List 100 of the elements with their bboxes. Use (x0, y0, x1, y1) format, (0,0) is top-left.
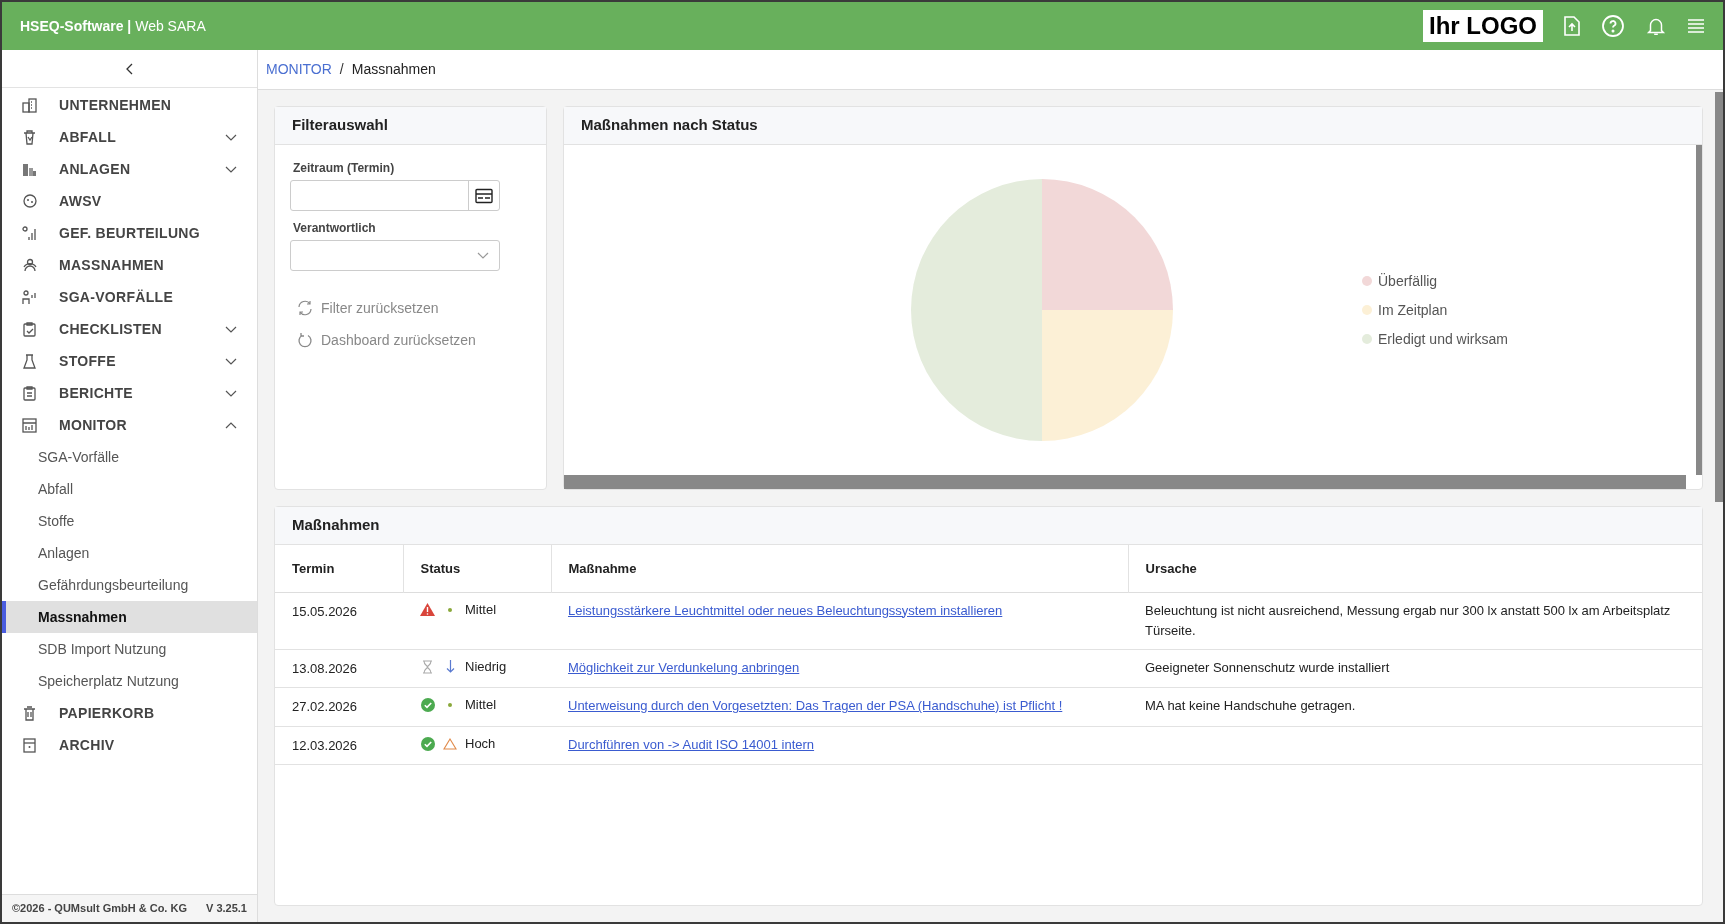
column-header: Status (403, 545, 551, 592)
collapse-chevron-icon[interactable] (124, 62, 135, 75)
horizontal-scrollbar[interactable] (564, 475, 1686, 489)
date-range-field[interactable] (290, 180, 500, 211)
submenu-item[interactable]: Speicherplatz Nutzung (2, 665, 257, 697)
column-header: Termin (275, 545, 403, 592)
logo: Ihr LOGO (1423, 10, 1543, 42)
bin-icon (21, 128, 38, 146)
table-cell: 15.05.2026 (275, 592, 403, 649)
legend-label[interactable]: Im Zeitplan (1378, 299, 1448, 321)
submenu-item[interactable]: Massnahmen (2, 601, 257, 633)
sidebar-item[interactable]: ANLAGEN (2, 153, 257, 185)
triangle-icon (443, 737, 457, 750)
menu-icon[interactable] (1687, 18, 1705, 34)
chevron-down-icon (225, 165, 237, 173)
calendar-icon[interactable] (475, 187, 493, 204)
priority-label: Mittel (465, 600, 497, 619)
breadcrumb-separator: / (339, 60, 344, 79)
sidebar-item[interactable]: MASSNAHMEN (2, 249, 257, 281)
table-cell: Beleuchtung ist nicht ausreichend, Messung ergab nur 300 lx anstatt 500 lx am Arbeitsplatz Türseite. (1145, 602, 1671, 638)
sidebar-item[interactable]: ABFALL (2, 121, 257, 153)
reset-button[interactable]: Dashboard zurücksetzen (297, 329, 524, 351)
reset-button[interactable]: Filter zurücksetzen (297, 297, 524, 319)
legend-label[interactable]: Erledigt und wirksam (1378, 328, 1508, 350)
breadcrumb-current: Massnahmen (351, 60, 436, 79)
clipboard-icon (21, 320, 38, 338)
monitor-icon (21, 416, 38, 434)
chevron-down-icon (477, 252, 489, 259)
column-header: Ursache (1128, 545, 1702, 592)
table-cell: 13.08.2026 (275, 649, 403, 688)
sidebar-item[interactable]: ARCHIV (2, 729, 257, 761)
pie-slice[interactable] (1042, 179, 1173, 310)
trash-icon (21, 704, 38, 722)
chevron-down-icon (225, 357, 237, 365)
priority-label: Niedrig (465, 657, 507, 676)
archive-icon (21, 736, 38, 754)
warning-icon (420, 603, 435, 616)
chevron-down-icon (225, 389, 237, 397)
product-name: Web SARA (135, 17, 206, 34)
chevron-up-icon (225, 421, 237, 429)
building-icon (21, 96, 38, 114)
flask-icon (21, 352, 38, 370)
copyright-text: ©2026 - QUMsult GmbH & Co. KG (12, 901, 187, 917)
dropdown-field[interactable] (290, 240, 500, 271)
submenu-item[interactable]: Stoffe (2, 505, 257, 537)
help-icon[interactable] (1601, 14, 1625, 38)
submenu-item[interactable]: SDB Import Nutzung (2, 633, 257, 665)
bars-icon (21, 224, 38, 242)
panel-title: Maßnahmen nach Status (581, 115, 758, 136)
arrow-down-icon (445, 660, 455, 673)
pie-slice[interactable] (911, 179, 1042, 441)
table-cell: Geeigneter Sonnenschutz wurde installiert (1145, 659, 1390, 675)
reload-icon (297, 332, 313, 348)
sidebar-item[interactable]: CHECKLISTEN (2, 313, 257, 345)
sidebar-item[interactable]: UNTERNEHMEN (2, 89, 257, 121)
submenu-item[interactable]: Gefährdungsbeurteilung (2, 569, 257, 601)
priority-label: Hoch (465, 734, 496, 753)
submenu-item[interactable]: Anlagen (2, 537, 257, 569)
people-icon (21, 256, 38, 274)
field-label: Verantwortlich (292, 220, 377, 237)
column-header: Maßnahme (551, 545, 1128, 592)
chevron-down-icon (225, 325, 237, 333)
dot-icon (448, 703, 452, 707)
file-upload-icon[interactable] (1563, 16, 1581, 36)
submenu-item[interactable]: Abfall (2, 473, 257, 505)
vertical-scrollbar[interactable] (1696, 145, 1702, 475)
person-icon (21, 288, 38, 306)
table-link[interactable]: Leistungsstärkere Leuchtmittel oder neues Beleuchtungssystem installieren (568, 602, 1003, 618)
dot-icon (448, 607, 452, 612)
table-link[interactable]: Unterweisung durch den Vorgesetzten: Das Tragen der PSA (Handschuhe) ist Pflicht ! (568, 698, 1063, 713)
sidebar-item[interactable]: STOFFE (2, 345, 257, 377)
sidebar-item[interactable]: BERICHTE (2, 377, 257, 409)
chevron-down-icon (225, 133, 237, 141)
table-cell: 12.03.2026 (275, 726, 403, 765)
table-link[interactable]: Durchführen von -> Audit ISO 14001 intern (568, 736, 815, 752)
refresh-icon (297, 300, 313, 316)
report-icon (21, 384, 38, 402)
sidebar-item[interactable]: AWSV (2, 185, 257, 217)
check-circle-icon (420, 698, 435, 712)
priority-label: Mittel (465, 696, 497, 715)
table-link[interactable]: Möglichkeit zur Verdunkelung anbringen (568, 659, 800, 675)
sidebar-item[interactable]: PAPIERKORB (2, 697, 257, 729)
table-cell: 27.02.2026 (275, 687, 403, 726)
sidebar-item[interactable]: GEF. BEURTEILUNG (2, 217, 257, 249)
sidebar-item[interactable]: SGA-VORFÄLLE (2, 281, 257, 313)
field-label: Zeitraum (Termin) (292, 160, 396, 177)
table-cell: MA hat keine Handschuhe getragen. (1145, 698, 1356, 713)
page-scrollbar[interactable] (1715, 92, 1723, 502)
check-circle-icon (420, 736, 435, 751)
sidebar-item[interactable]: MONITOR (2, 409, 257, 441)
title-separator: | (127, 17, 132, 34)
brand-name: HSEQ-Software (20, 17, 124, 34)
version-text: V 3.25.1 (206, 901, 247, 917)
submenu-item[interactable]: SGA-Vorfälle (2, 441, 257, 473)
hourglass-icon (422, 659, 433, 674)
panel-title: Filterauswahl (292, 115, 388, 136)
breadcrumb-link[interactable]: MONITOR (266, 59, 332, 80)
panel-title: Maßnahmen (292, 515, 380, 536)
pie-slice[interactable] (1042, 310, 1173, 441)
legend-label[interactable]: Überfällig (1378, 270, 1438, 292)
